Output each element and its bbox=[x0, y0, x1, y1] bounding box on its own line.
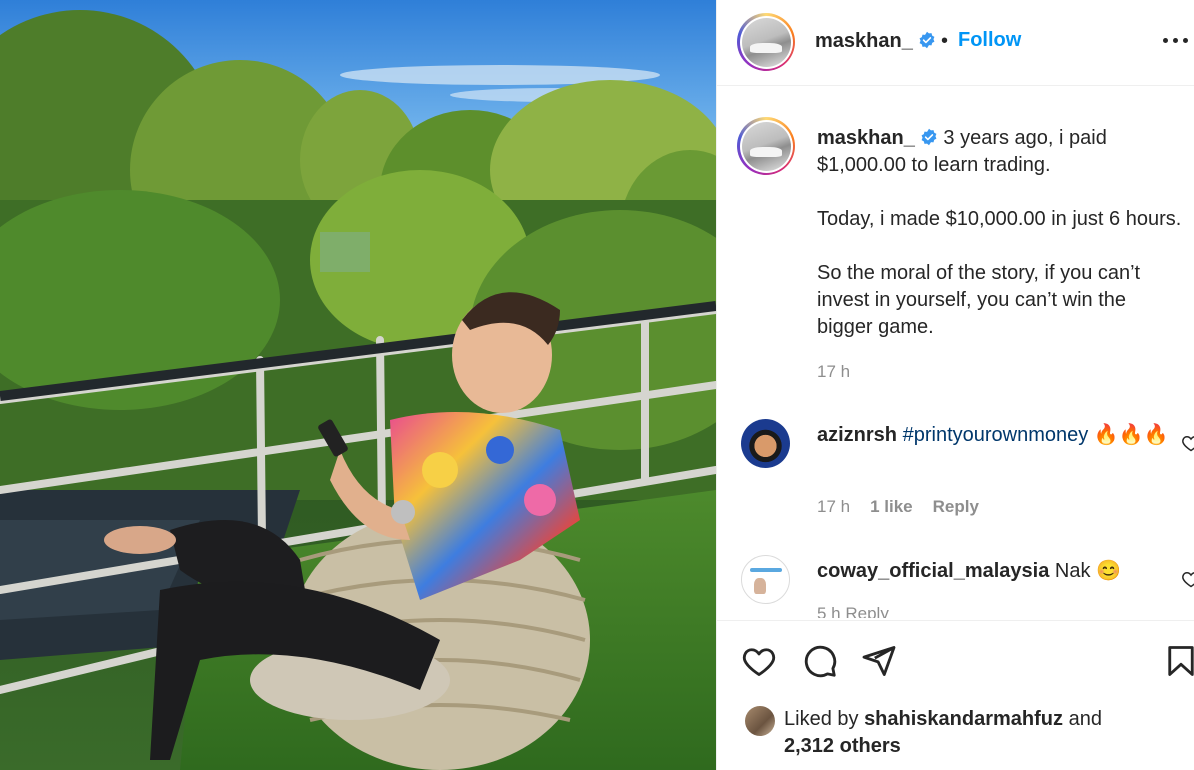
comment-hashtag[interactable]: #printyourownmoney bbox=[903, 424, 1089, 446]
comment-text: 🔥🔥🔥 bbox=[1088, 424, 1169, 446]
caption-username[interactable]: maskhan_ bbox=[817, 127, 915, 149]
likes-prefix: Liked by bbox=[784, 708, 865, 730]
comment-timestamp[interactable]: 17 h bbox=[817, 497, 850, 517]
comment-item: coway_official_malaysia Nak 😊 bbox=[817, 558, 1177, 585]
verified-badge-icon bbox=[921, 128, 937, 146]
comment-reply-button[interactable]: Reply bbox=[933, 497, 979, 517]
post-caption: maskhan_ 3 years ago, i paid $1,000.00 t… bbox=[817, 125, 1194, 341]
commenter-avatar[interactable] bbox=[741, 419, 790, 468]
post-photo[interactable] bbox=[0, 0, 716, 770]
follow-button[interactable]: Follow bbox=[958, 29, 1021, 52]
comment-item: aziznrsh #printyourownmoney 🔥🔥🔥 bbox=[817, 422, 1177, 449]
likes-suffix: and bbox=[1063, 708, 1102, 730]
author-avatar[interactable] bbox=[737, 13, 795, 71]
save-bookmark-icon[interactable] bbox=[1163, 643, 1194, 679]
author-username-text[interactable]: maskhan_ bbox=[815, 30, 913, 52]
caption-timestamp[interactable]: 17 h bbox=[817, 362, 850, 382]
liker-username[interactable]: shahiskandarmahfuz bbox=[864, 708, 1063, 730]
caption-author-avatar[interactable] bbox=[737, 117, 795, 175]
comment-text: Nak 😊 bbox=[1049, 560, 1121, 582]
comment-username[interactable]: aziznrsh bbox=[817, 424, 897, 446]
share-paper-plane-icon[interactable] bbox=[861, 643, 897, 679]
comment-bubble-icon[interactable] bbox=[802, 643, 838, 679]
likes-others-count[interactable]: 2,312 others bbox=[784, 735, 901, 757]
comment-username[interactable]: coway_official_malaysia bbox=[817, 560, 1049, 582]
post-header: maskhan_ • Follow bbox=[717, 0, 1194, 86]
photo-scene bbox=[0, 0, 716, 770]
caption-text: 3 years ago, i paid $1,000.00 to learn t… bbox=[817, 127, 1182, 338]
verified-badge-icon bbox=[919, 31, 935, 49]
comment-meta-clipped: 5 h Reply bbox=[817, 604, 889, 618]
likes-summary: Liked by shahiskandarmahfuz and 2,312 oth… bbox=[784, 706, 1184, 760]
comment-like-heart-icon[interactable] bbox=[1181, 433, 1194, 453]
post-action-bar bbox=[717, 620, 1194, 700]
post-detail-panel: maskhan_ • Follow maskhan_ 3 years ago, … bbox=[716, 0, 1194, 770]
header-separator: • bbox=[941, 30, 949, 52]
like-heart-icon[interactable] bbox=[741, 643, 777, 679]
comment-meta: 17 h 1 like Reply bbox=[817, 497, 979, 517]
comment-likes-count[interactable]: 1 like bbox=[870, 497, 913, 517]
more-options-icon[interactable] bbox=[1163, 38, 1189, 46]
commenter-avatar[interactable] bbox=[741, 555, 790, 604]
liker-avatar[interactable] bbox=[745, 706, 775, 736]
author-username[interactable]: maskhan_ bbox=[815, 30, 936, 53]
comment-like-heart-icon[interactable] bbox=[1181, 569, 1194, 589]
